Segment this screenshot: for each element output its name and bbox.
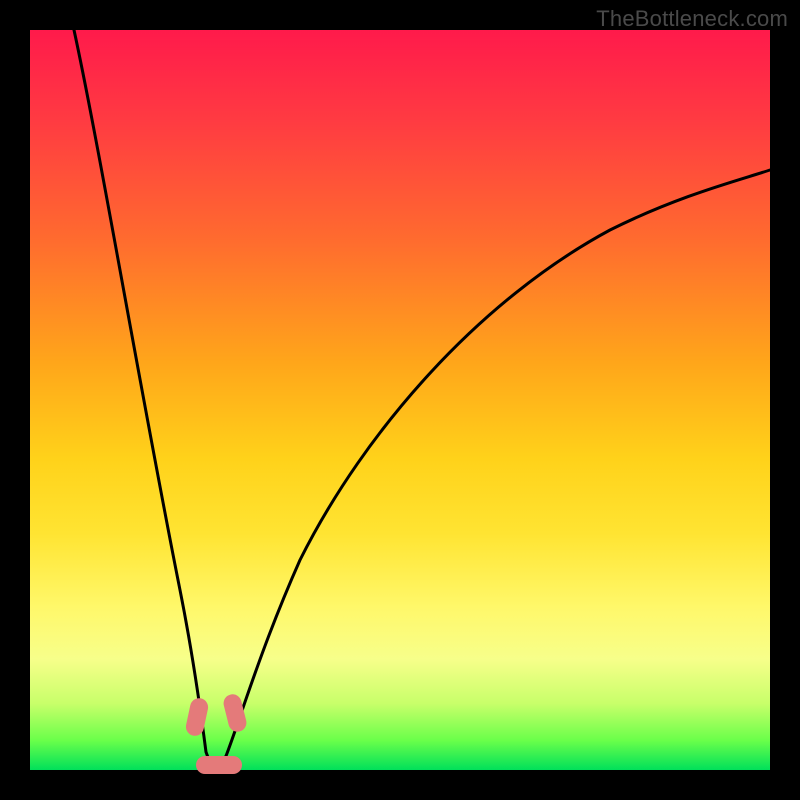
left-curve — [74, 30, 212, 768]
bottleneck-curve-plot — [30, 30, 770, 770]
right-curve — [218, 170, 770, 768]
trough-marker — [196, 756, 242, 774]
left-curve-marker — [184, 697, 210, 738]
watermark-text: TheBottleneck.com — [596, 6, 788, 32]
right-curve-marker — [222, 692, 249, 733]
chart-stage: TheBottleneck.com — [0, 0, 800, 800]
